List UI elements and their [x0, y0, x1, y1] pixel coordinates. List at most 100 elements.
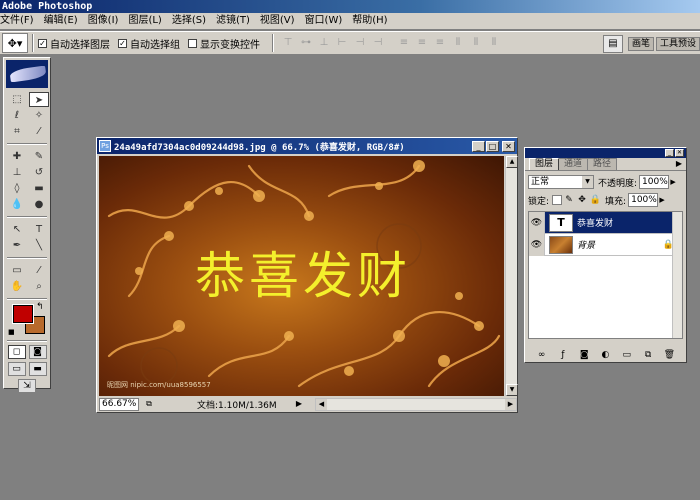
- distribute-left-icon[interactable]: ⫴: [450, 36, 466, 50]
- scroll-up-icon[interactable]: ▲: [506, 156, 518, 168]
- align-vcenter-icon[interactable]: ⊶: [298, 36, 314, 50]
- palette-menu-icon[interactable]: ▶: [676, 159, 682, 168]
- show-transform-checkbox[interactable]: 显示变换控件: [188, 36, 260, 51]
- menu-filter[interactable]: 滤镜(T): [212, 13, 256, 29]
- jump-to-imageready-icon[interactable]: ⇲: [18, 379, 36, 393]
- move-tool-icon[interactable]: ➤: [29, 92, 49, 107]
- opacity-slider-icon[interactable]: ▶: [669, 175, 677, 189]
- menu-image[interactable]: 图像(I): [84, 13, 125, 29]
- blend-mode-select[interactable]: 正常 ▼: [528, 175, 594, 189]
- vertical-scrollbar[interactable]: ▲ ▼: [505, 156, 518, 396]
- zoom-tool-icon[interactable]: ⌕: [29, 279, 49, 294]
- screen-mode-standard-icon[interactable]: ▭: [7, 362, 26, 376]
- distribute-hcenter-icon[interactable]: ⫴: [468, 36, 484, 50]
- well-tab-brushes[interactable]: 画笔: [627, 36, 654, 51]
- auto-select-group-checkbox[interactable]: ✓ 自动选择组: [118, 36, 180, 51]
- eyedropper-tool-icon[interactable]: ⁄: [29, 263, 49, 278]
- dodge-tool-icon[interactable]: ●: [29, 197, 49, 212]
- adjustment-layer-icon[interactable]: ◐: [598, 349, 612, 361]
- history-brush-tool-icon[interactable]: ↺: [29, 165, 49, 180]
- scroll-left-icon[interactable]: ◀: [316, 398, 327, 410]
- palette-title-bar[interactable]: _ ✕: [525, 148, 686, 158]
- lock-all-icon[interactable]: 🔒: [589, 194, 601, 206]
- clone-stamp-tool-icon[interactable]: ⊥: [7, 165, 27, 180]
- distribute-right-icon[interactable]: ⫴: [486, 36, 502, 50]
- layer-row-background[interactable]: 👁 背景 🔒: [529, 233, 682, 256]
- blur-tool-icon[interactable]: 💧: [7, 197, 27, 212]
- swap-colors-icon[interactable]: ↰: [36, 302, 46, 312]
- line-tool-icon[interactable]: ╲: [29, 238, 49, 253]
- crop-tool-icon[interactable]: ⌗: [7, 124, 27, 139]
- auto-select-layer-checkbox[interactable]: ✓ 自动选择图层: [38, 36, 110, 51]
- distribute-bottom-icon[interactable]: ≡: [432, 36, 448, 50]
- distribute-top-icon[interactable]: ≡: [396, 36, 412, 50]
- brush-tool-icon[interactable]: ✎: [29, 149, 49, 164]
- tool-preset-picker[interactable]: ✥▾: [2, 33, 28, 53]
- notes-tool-icon[interactable]: ▭: [7, 263, 27, 278]
- foreground-color[interactable]: [12, 304, 34, 324]
- layer-row-text[interactable]: 👁 T 恭喜发财: [529, 211, 682, 234]
- eye-icon[interactable]: 👁: [529, 211, 545, 234]
- default-colors-icon[interactable]: ■: [8, 328, 16, 336]
- horizontal-scrollbar[interactable]: ◀ ▶: [315, 397, 517, 411]
- type-tool-icon[interactable]: T: [29, 222, 49, 237]
- maximize-button[interactable]: □: [486, 140, 499, 152]
- lock-transparency-checkbox[interactable]: [552, 195, 563, 205]
- tab-layers[interactable]: 图层: [529, 158, 560, 170]
- zoom-field[interactable]: 66.67%: [99, 397, 139, 411]
- status-menu-icon[interactable]: ⧉: [143, 398, 155, 410]
- document-title-bar[interactable]: Ps 24a49afd7304ac0d09244d98.jpg @ 66.7% …: [97, 138, 517, 154]
- eraser-tool-icon[interactable]: ◊: [7, 181, 27, 196]
- well-tab-tool-presets[interactable]: 工具预设: [655, 36, 700, 51]
- distribute-vcenter-icon[interactable]: ≡: [414, 36, 430, 50]
- menu-edit[interactable]: 编辑(E): [40, 13, 84, 29]
- quick-mask-mode-icon[interactable]: ◙: [28, 345, 47, 359]
- palette-minimize-button[interactable]: _: [665, 149, 674, 157]
- link-layers-icon[interactable]: ∞: [535, 349, 549, 361]
- tab-channels[interactable]: 通道: [558, 158, 589, 170]
- menu-file[interactable]: 文件(F): [0, 13, 40, 29]
- status-arrow-icon[interactable]: ▶: [293, 398, 305, 410]
- fill-field[interactable]: 100%: [628, 193, 659, 207]
- opacity-field[interactable]: 100%: [639, 175, 670, 189]
- toolbox-header[interactable]: [6, 60, 48, 88]
- align-bottom-icon[interactable]: ⊥: [316, 36, 332, 50]
- document-canvas[interactable]: 恭喜发财 昵图网 nipic.com/uua8596557: [99, 156, 504, 396]
- tab-paths[interactable]: 路径: [587, 158, 618, 170]
- screen-mode-full-icon[interactable]: ▬: [28, 362, 47, 376]
- palette-close-button[interactable]: ✕: [675, 149, 684, 157]
- align-hcenter-icon[interactable]: ⊣: [352, 36, 368, 50]
- menu-view[interactable]: 视图(V): [256, 13, 301, 29]
- gradient-tool-icon[interactable]: ▬: [29, 181, 49, 196]
- healing-brush-tool-icon[interactable]: ✚: [7, 149, 27, 164]
- lasso-tool-icon[interactable]: ℓ: [7, 108, 27, 123]
- layer-list-scrollbar[interactable]: [672, 212, 682, 338]
- align-left-icon[interactable]: ⊢: [334, 36, 350, 50]
- menu-layer[interactable]: 图层(L): [124, 13, 167, 29]
- fill-slider-icon[interactable]: ▶: [658, 193, 666, 207]
- new-group-icon[interactable]: ▭: [620, 349, 634, 361]
- magic-wand-tool-icon[interactable]: ✧: [29, 108, 49, 123]
- scroll-down-icon[interactable]: ▼: [506, 384, 518, 396]
- layer-style-icon[interactable]: ƒ: [556, 349, 570, 361]
- file-browser-icon[interactable]: ▤: [602, 34, 623, 53]
- menu-help[interactable]: 帮助(H): [348, 13, 393, 29]
- close-button[interactable]: ✕: [502, 140, 515, 152]
- layer-mask-icon[interactable]: ◙: [577, 349, 591, 361]
- pen-tool-icon[interactable]: ✒: [7, 238, 27, 253]
- eye-icon[interactable]: 👁: [529, 233, 545, 256]
- slice-tool-icon[interactable]: ⁄: [29, 124, 49, 139]
- lock-position-icon[interactable]: ✥: [576, 194, 588, 206]
- menu-select[interactable]: 选择(S): [168, 13, 212, 29]
- marquee-tool-icon[interactable]: ⬚: [7, 92, 27, 107]
- delete-layer-icon[interactable]: 🗑: [662, 349, 676, 361]
- new-layer-icon[interactable]: ⧉: [641, 349, 655, 361]
- align-right-icon[interactable]: ⊣: [370, 36, 386, 50]
- menu-window[interactable]: 窗口(W): [301, 13, 349, 29]
- path-selection-tool-icon[interactable]: ↖: [7, 222, 27, 237]
- standard-mode-icon[interactable]: ◻: [7, 345, 26, 359]
- minimize-button[interactable]: _: [472, 140, 485, 152]
- lock-pixels-icon[interactable]: ✎: [563, 194, 575, 206]
- hand-tool-icon[interactable]: ✋: [7, 279, 27, 294]
- scroll-right-icon[interactable]: ▶: [505, 398, 516, 410]
